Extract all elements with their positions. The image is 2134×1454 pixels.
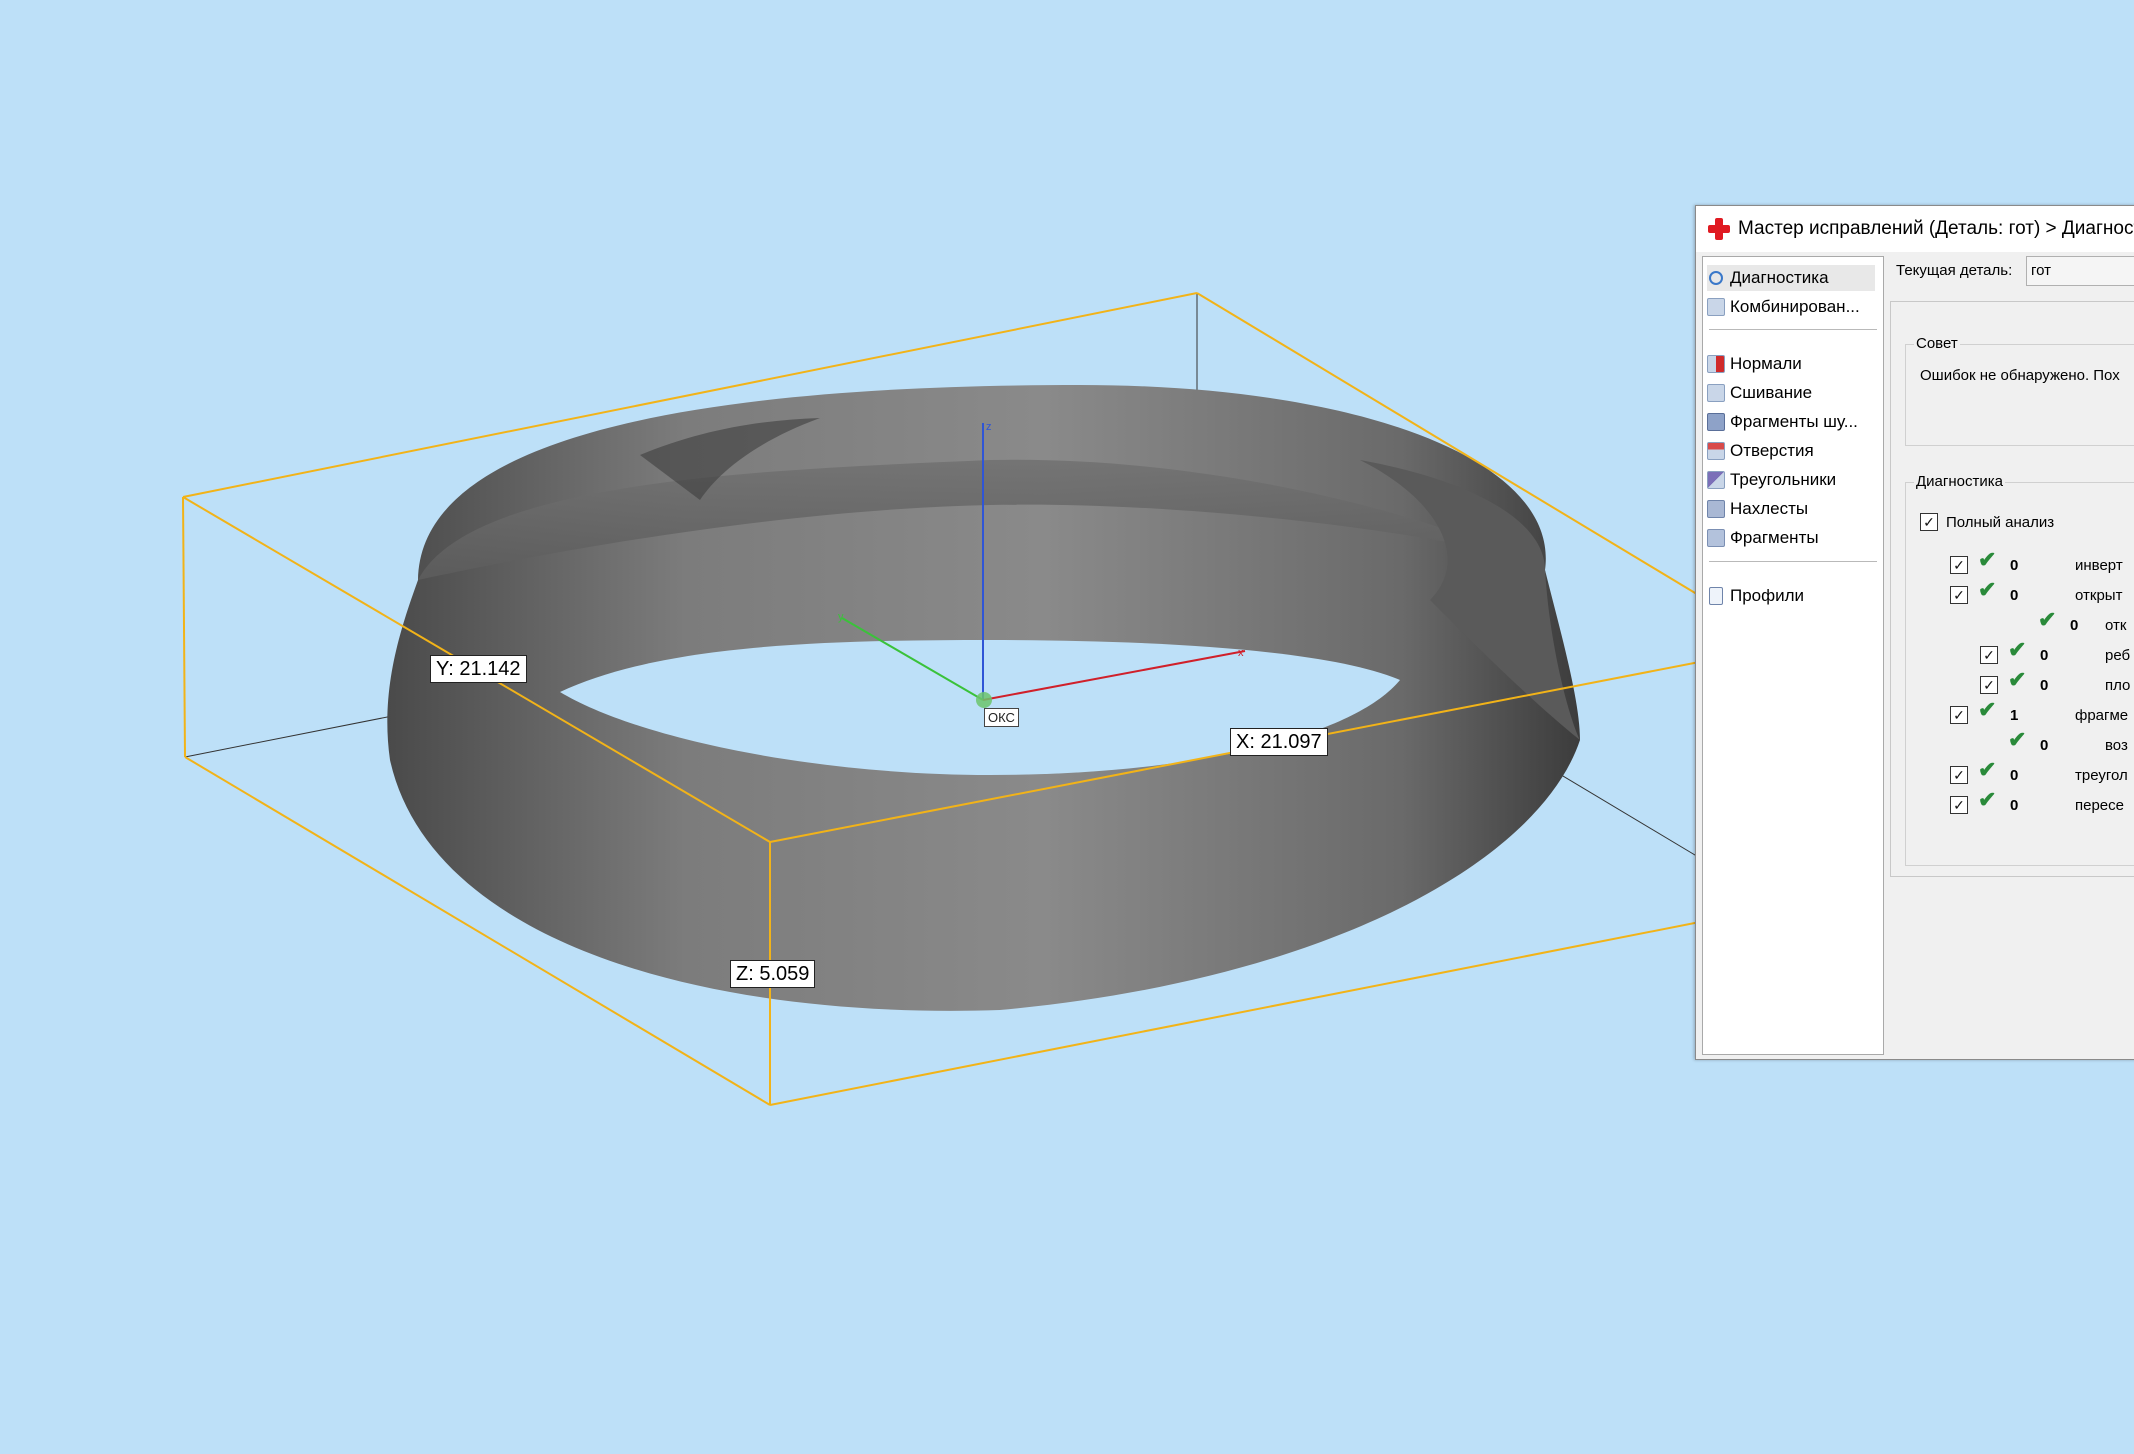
- nav-item-overlaps[interactable]: Нахлесты: [1707, 496, 1875, 522]
- ok-check-icon: ✔: [1978, 577, 1997, 602]
- advice-title: Совет: [1914, 335, 1960, 352]
- diagnostics-group: Диагностика ✓ Полный анализ ✓ ✔ 0 инверт…: [1905, 473, 2134, 866]
- stitching-icon: [1707, 384, 1725, 402]
- ok-check-icon: ✔: [1978, 697, 1997, 722]
- normals-icon: [1707, 355, 1725, 373]
- diag-row-count: 0: [2040, 677, 2049, 694]
- combine-icon: [1707, 298, 1725, 316]
- origin-label: ОКС: [984, 708, 1019, 727]
- shells-icon: [1707, 529, 1725, 547]
- profiles-icon: [1709, 587, 1723, 605]
- diagnostics-title: Диагностика: [1914, 473, 2005, 490]
- diag-row-checkbox[interactable]: ✓: [1950, 796, 1968, 814]
- advice-group: Совет Ошибок не обнаружено. Пох: [1905, 335, 2134, 446]
- nav-item-label: Диагностика: [1730, 268, 1829, 287]
- dimension-y-label: Y: 21.142: [430, 655, 527, 683]
- diag-row-label: воз: [2105, 737, 2128, 754]
- diag-row-count: 1: [2010, 707, 2019, 724]
- diag-row-label: инверт: [2075, 557, 2123, 574]
- wizard-title: Мастер исправлений (Деталь: гот) > Диагн…: [1738, 218, 2134, 239]
- current-part-label: Текущая деталь:: [1896, 262, 2013, 279]
- diag-row-count: 0: [2010, 767, 2019, 784]
- full-analysis-label: Полный анализ: [1946, 514, 2055, 531]
- diag-row-label: отк: [2105, 617, 2127, 634]
- nav-divider: [1709, 329, 1877, 330]
- dimension-x-label: X: 21.097: [1230, 728, 1328, 756]
- diag-row-checkbox[interactable]: ✓: [1950, 556, 1968, 574]
- current-part-field[interactable]: гот: [2026, 256, 2134, 286]
- nav-item-label: Профили: [1730, 586, 1805, 605]
- diag-row-checkbox[interactable]: ✓: [1950, 706, 1968, 724]
- diag-row-label: открыт: [2075, 587, 2123, 604]
- diag-row-count: 0: [2040, 737, 2049, 754]
- nav-item-normals[interactable]: Нормали: [1707, 351, 1875, 377]
- nav-item-label: Фрагменты: [1730, 528, 1819, 547]
- ok-check-icon: ✔: [2008, 727, 2027, 752]
- z-axis-label: z: [986, 421, 992, 433]
- diag-row-label: пло: [2105, 677, 2131, 694]
- ok-check-icon: ✔: [1978, 757, 1997, 782]
- diag-row-label: фрагме: [2075, 707, 2129, 724]
- nav-item-noise-shells[interactable]: Фрагменты шу...: [1707, 409, 1875, 435]
- nav-item-label: Комбинирован...: [1730, 297, 1860, 316]
- nav-item-label: Нахлесты: [1730, 499, 1809, 518]
- ok-check-icon: ✔: [2008, 637, 2027, 662]
- nav-item-profiles[interactable]: Профили: [1707, 583, 1875, 609]
- dimension-z-label: Z: 5.059: [730, 960, 816, 988]
- nav-item-stitching[interactable]: Сшивание: [1707, 380, 1875, 406]
- diagnostics-page: Совет Ошибок не обнаружено. Пох Диагност…: [1890, 301, 2134, 877]
- holes-icon: [1707, 442, 1725, 460]
- origin-marker[interactable]: [976, 692, 992, 708]
- diag-row-checkbox[interactable]: ✓: [1950, 586, 1968, 604]
- ok-check-icon: ✔: [2008, 667, 2027, 692]
- diag-row-count: 0: [2040, 647, 2049, 664]
- nav-item-shells[interactable]: Фрагменты: [1707, 525, 1875, 551]
- nav-item-diagnostics[interactable]: Диагностика: [1707, 265, 1875, 291]
- advice-text: Ошибок не обнаружено. Пох: [1920, 367, 2120, 384]
- wizard-title-bar[interactable]: Мастер исправлений (Деталь: гот) > Диагн…: [1696, 206, 2134, 252]
- diag-row-count: 0: [2010, 587, 2019, 604]
- diag-row-label: реб: [2105, 647, 2131, 664]
- noise-shells-icon: [1707, 413, 1725, 431]
- wizard-main-area: Текущая деталь: гот Совет Ошибок не обна…: [1890, 256, 2134, 1059]
- y-axis-label: y: [838, 611, 844, 623]
- ok-check-icon: ✔: [2038, 607, 2057, 632]
- diag-row-checkbox[interactable]: ✓: [1950, 766, 1968, 784]
- full-analysis-checkbox[interactable]: ✓: [1920, 513, 1938, 531]
- nav-item-label: Отверстия: [1730, 441, 1814, 460]
- nav-item-label: Треугольники: [1730, 470, 1837, 489]
- nav-item-label: Сшивание: [1730, 383, 1813, 402]
- diag-row-label: пересе: [2075, 797, 2124, 814]
- diag-row-label: треугол: [2075, 767, 2128, 784]
- nav-item-label: Фрагменты шу...: [1730, 412, 1858, 431]
- nav-divider: [1709, 561, 1877, 562]
- overlaps-icon: [1707, 500, 1725, 518]
- ok-check-icon: ✔: [1978, 547, 1997, 572]
- nav-item-combine[interactable]: Комбинирован...: [1707, 294, 1875, 320]
- wizard-nav-panel: Диагностика Комбинирован... Нормали Сшив…: [1702, 256, 1884, 1055]
- nav-item-holes[interactable]: Отверстия: [1707, 438, 1875, 464]
- diag-row-count: 0: [2070, 617, 2079, 634]
- diag-row-checkbox[interactable]: ✓: [1980, 676, 1998, 694]
- diag-row-count: 0: [2010, 797, 2019, 814]
- magnifier-icon: [1709, 271, 1723, 285]
- x-axis-label: x: [1238, 647, 1244, 659]
- diag-row-count: 0: [2010, 557, 2019, 574]
- ok-check-icon: ✔: [1978, 787, 1997, 812]
- nav-item-triangles[interactable]: Треугольники: [1707, 467, 1875, 493]
- triangles-icon: [1707, 471, 1725, 489]
- fix-wizard-window[interactable]: Мастер исправлений (Деталь: гот) > Диагн…: [1695, 205, 2134, 1060]
- app-logo-icon: [1708, 218, 1730, 240]
- nav-item-label: Нормали: [1730, 354, 1802, 373]
- diag-row-checkbox[interactable]: ✓: [1980, 646, 1998, 664]
